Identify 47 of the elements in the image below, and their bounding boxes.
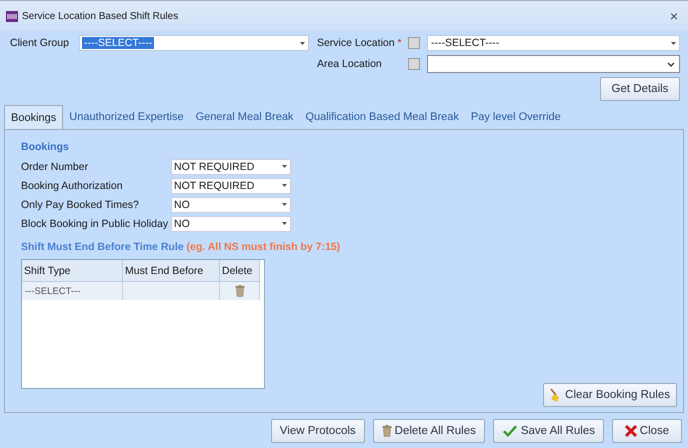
window-title: Service Location Based Shift Rules (22, 10, 180, 22)
action-button[interactable]: View Protocols (270, 419, 365, 443)
tab[interactable]: Pay level Override (464, 105, 567, 129)
dropdown-arrow-icon (279, 164, 290, 169)
column-header: Shift Type (22, 260, 123, 282)
service-location-dropdown[interactable]: ----SELECT---- (426, 35, 680, 51)
chevron-icon (667, 62, 675, 66)
field-label: Area Location (316, 58, 383, 70)
trash-icon (382, 425, 392, 437)
time-cell[interactable] (123, 282, 220, 300)
field-label: Order Number (21, 160, 90, 172)
field-label: Only Pay Booked Times? (21, 198, 140, 210)
close-icon (624, 425, 637, 437)
dropdown[interactable]: NOT REQUIRED (171, 158, 291, 174)
checkbox[interactable] (408, 37, 420, 49)
checkbox[interactable] (408, 58, 420, 70)
section-heading: Shift Must End Before Time Rule (eg. All NS must finish by 7:15) (21, 241, 342, 253)
tab[interactable]: Unauthorized Expertise (63, 105, 190, 129)
tab[interactable]: Bookings (4, 105, 64, 129)
tab[interactable]: Qualification Based Meal Break (299, 105, 465, 129)
section-heading: Bookings (21, 141, 70, 153)
app-icon (6, 10, 18, 22)
action-button[interactable]: Close (612, 419, 682, 443)
field-label: Block Booking in Public Holiday (21, 218, 170, 230)
field-label: Booking Authorization (21, 180, 124, 192)
close-icon[interactable]: × (666, 8, 682, 24)
action-button[interactable]: Save All Rules (492, 419, 604, 443)
action-button[interactable]: Delete All Rules (372, 419, 485, 443)
area-location-dropdown[interactable] (426, 55, 680, 73)
field-label: Client Group (10, 37, 69, 49)
delete-icon (234, 285, 244, 297)
dropdown-arrow-icon (279, 183, 290, 188)
dropdown-arrow-icon (668, 40, 679, 46)
dropdown[interactable]: NO (171, 196, 291, 212)
column-header: Delete (220, 260, 260, 282)
field-label: Service Location * (316, 37, 401, 49)
shift-type-cell[interactable]: ---SELECT--- (22, 282, 123, 300)
dropdown[interactable]: NOT REQUIRED (171, 178, 291, 194)
get-details-button[interactable]: Get Details (600, 77, 680, 101)
dropdown-arrow-icon (279, 221, 290, 226)
tab[interactable]: General Meal Break (190, 105, 300, 129)
clear-booking-rules-button[interactable]: Clear Booking Rules (543, 383, 677, 407)
dropdown[interactable]: NO (171, 216, 291, 232)
checkmark-icon (502, 424, 518, 438)
column-header: Must End Before (123, 260, 220, 282)
dropdown-arrow-icon (279, 202, 290, 207)
client-group-dropdown[interactable]: ----SELECT---- (78, 35, 309, 51)
